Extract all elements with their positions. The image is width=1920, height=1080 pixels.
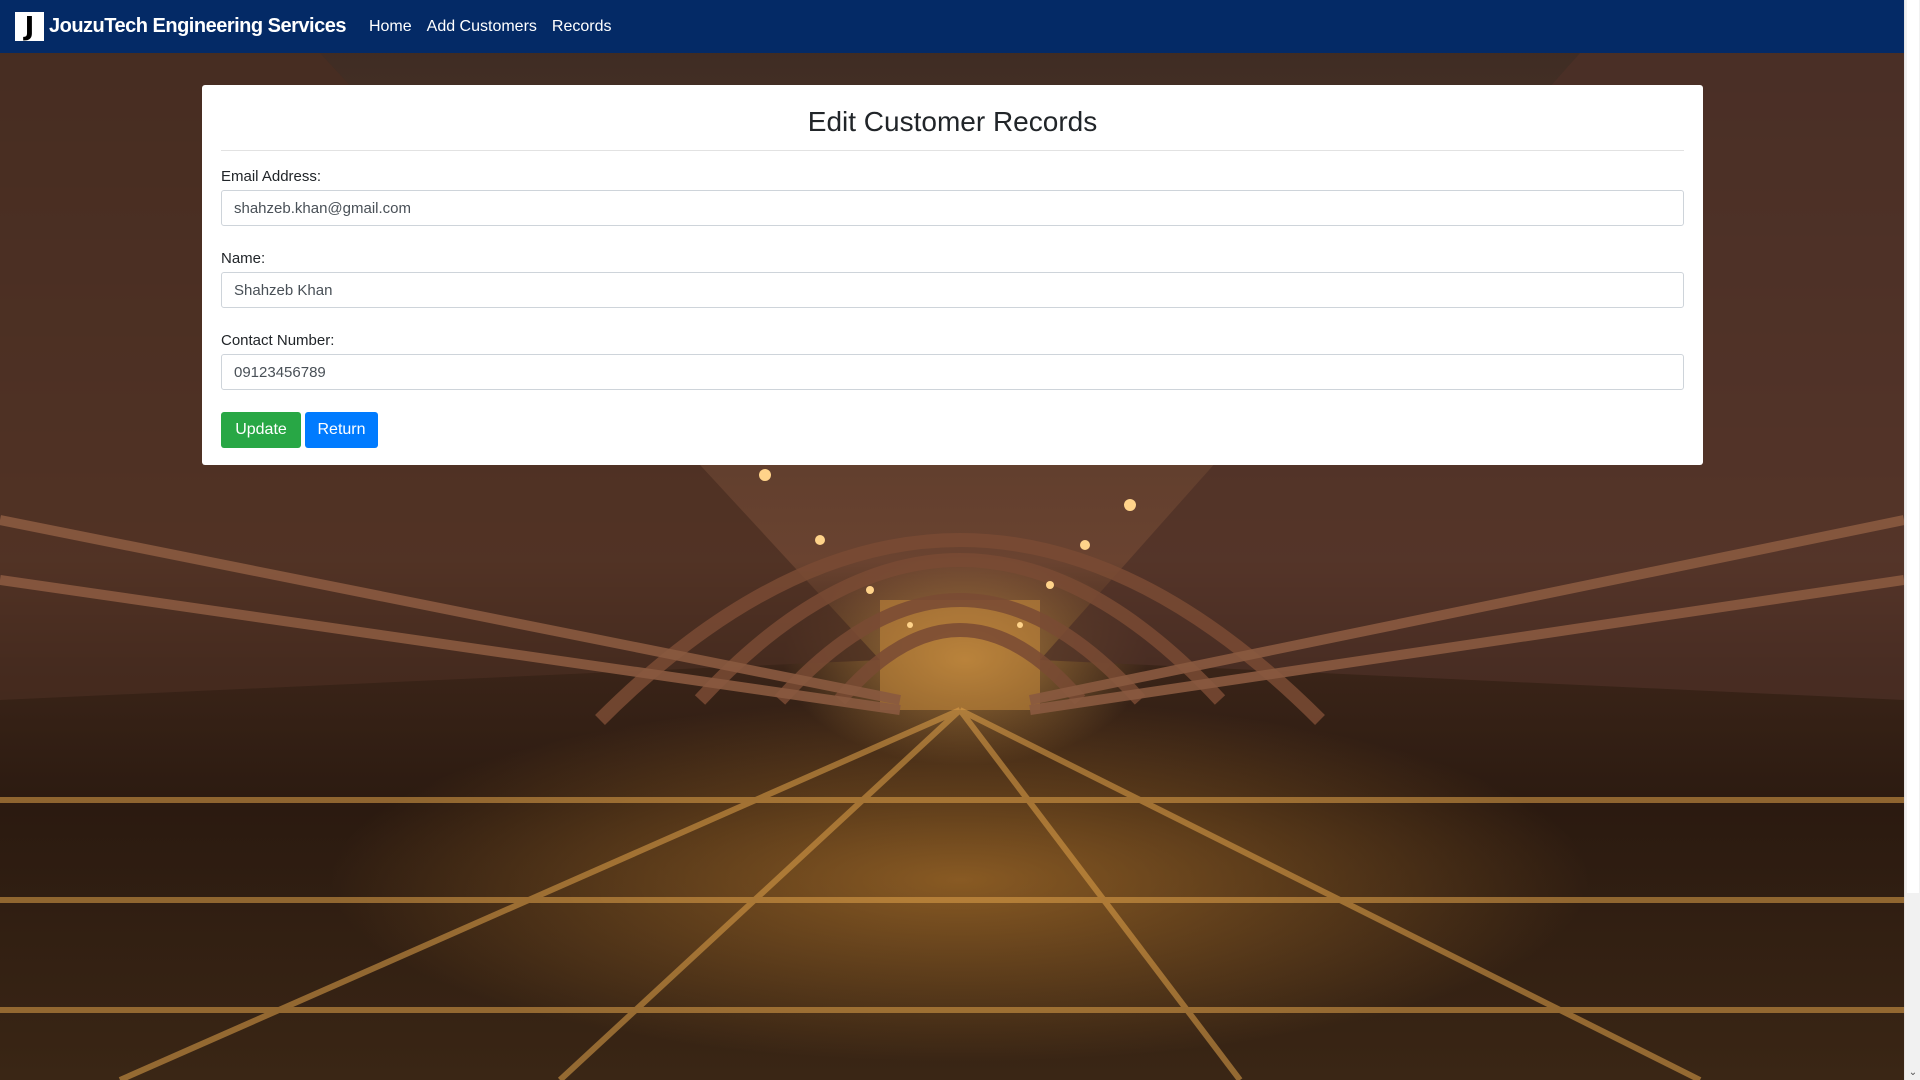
contact-number-field[interactable] — [221, 354, 1684, 390]
brand[interactable]: J JouzuTech Engineering Services — [15, 12, 346, 42]
nav-link-records[interactable]: Records — [552, 18, 612, 36]
name-field[interactable] — [221, 272, 1684, 308]
brand-name[interactable]: JouzuTech Engineering Services — [49, 15, 346, 38]
edit-customer-card: Edit Customer Records Email Address: Nam… — [202, 85, 1703, 465]
contact-label: Contact Number: — [221, 332, 335, 349]
name-group: Name: — [221, 250, 1684, 308]
email-group: Email Address: — [221, 168, 1684, 226]
return-button[interactable]: Return — [305, 412, 378, 448]
nav-links: Home Add Customers Records — [369, 18, 627, 36]
name-label: Name: — [221, 250, 266, 267]
page-scrollbar[interactable]: ⌄ — [1904, 0, 1920, 1080]
chevron-down-icon[interactable]: ⌄ — [1908, 1068, 1918, 1078]
nav-link-add-customers[interactable]: Add Customers — [427, 18, 537, 36]
update-button[interactable]: Update — [221, 412, 301, 448]
form-actions: Update Return — [221, 412, 1684, 448]
scroll-thumb[interactable] — [1907, 0, 1919, 893]
brand-logo[interactable]: J — [15, 12, 44, 42]
top-navbar: J JouzuTech Engineering Services Home Ad… — [0, 0, 1904, 53]
email-field[interactable] — [221, 190, 1684, 226]
nav-link-home[interactable]: Home — [369, 18, 412, 36]
contact-group: Contact Number: — [221, 332, 1684, 390]
email-label: Email Address: — [221, 168, 322, 185]
page-title: Edit Customer Records — [221, 85, 1684, 151]
